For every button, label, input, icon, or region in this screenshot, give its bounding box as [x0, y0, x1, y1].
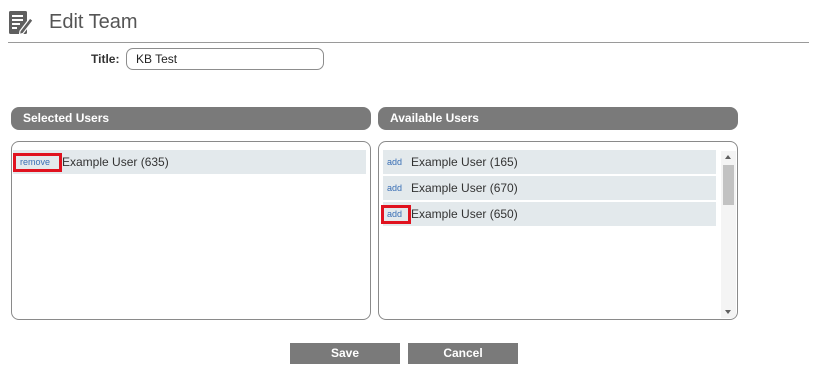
scroll-thumb[interactable]	[723, 165, 734, 205]
title-input[interactable]	[126, 48, 324, 70]
scrollbar[interactable]	[721, 151, 736, 318]
add-link[interactable]: add	[387, 208, 402, 220]
remove-link[interactable]: remove	[20, 156, 50, 168]
selected-users-list[interactable]: remove Example User (635)	[11, 141, 371, 320]
scroll-down-icon[interactable]	[725, 310, 731, 314]
user-name: Example User (650)	[411, 207, 518, 221]
edit-document-icon	[9, 11, 34, 36]
selected-user-row: remove Example User (635)	[13, 150, 366, 174]
add-link[interactable]: add	[387, 182, 402, 194]
user-name: Example User (635)	[62, 155, 169, 169]
scroll-up-icon[interactable]	[725, 155, 731, 159]
available-user-row: add Example User (670)	[383, 176, 716, 200]
available-users-list[interactable]: add Example User (165) add Example User …	[378, 141, 738, 320]
title-label: Title:	[91, 52, 120, 66]
user-name: Example User (165)	[411, 155, 518, 169]
save-button[interactable]: Save	[290, 343, 400, 364]
available-users-header: Available Users	[378, 107, 738, 130]
available-user-row: add Example User (165)	[383, 150, 716, 174]
cancel-button[interactable]: Cancel	[408, 343, 518, 364]
page-header: Edit Team	[8, 8, 809, 43]
add-link[interactable]: add	[387, 156, 402, 168]
selected-users-header: Selected Users	[11, 107, 371, 130]
page-title: Edit Team	[49, 11, 138, 33]
available-user-row: add Example User (650)	[383, 202, 716, 226]
user-name: Example User (670)	[411, 181, 518, 195]
